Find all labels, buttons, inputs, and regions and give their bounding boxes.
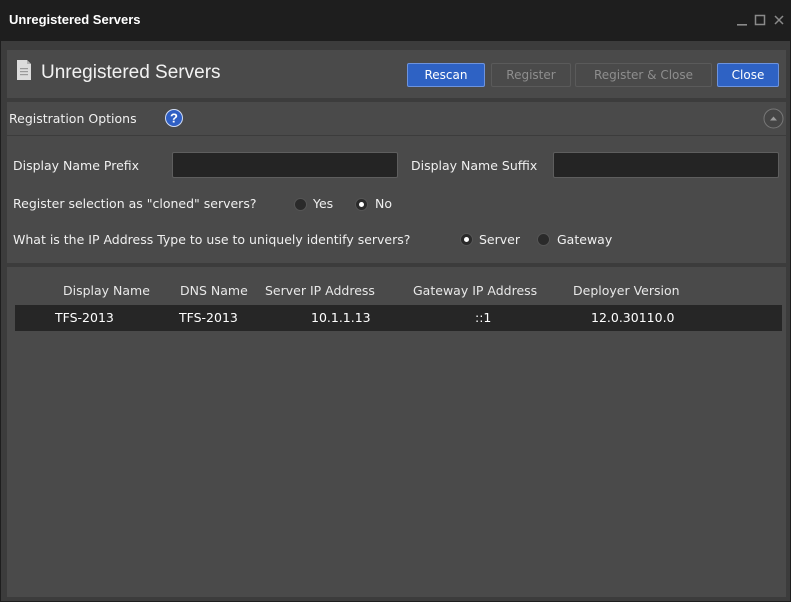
table-header: Display Name DNS Name Server IP Address … — [15, 279, 782, 305]
close-icon[interactable] — [772, 13, 786, 27]
minimize-icon[interactable] — [735, 13, 749, 27]
page-header: Unregistered Servers Rescan Register Reg… — [7, 50, 786, 98]
cloned-yes-label[interactable]: Yes — [313, 196, 333, 211]
help-icon[interactable]: ? — [165, 109, 183, 127]
title-bar[interactable]: Unregistered Servers — [1, 1, 790, 41]
cloned-no-label[interactable]: No — [375, 196, 392, 211]
display-name-suffix-label: Display Name Suffix — [411, 158, 538, 173]
display-name-prefix-label: Display Name Prefix — [13, 158, 140, 173]
cloned-no-radio[interactable] — [355, 198, 368, 211]
ip-gateway-label[interactable]: Gateway — [557, 232, 612, 247]
register-and-close-button[interactable]: Register & Close — [575, 63, 712, 87]
maximize-icon[interactable] — [753, 13, 767, 27]
column-header-deployer-version[interactable]: Deployer Version — [573, 283, 680, 298]
document-icon — [15, 59, 33, 81]
registration-options-title: Registration Options — [9, 111, 137, 126]
ip-server-radio[interactable] — [460, 233, 473, 246]
cell-dns-name: TFS-2013 — [179, 310, 238, 325]
cell-gateway-ip: ::1 — [475, 310, 492, 325]
page-title: Unregistered Servers — [41, 62, 221, 83]
display-name-suffix-input[interactable] — [553, 152, 779, 178]
ip-server-label[interactable]: Server — [479, 232, 520, 247]
column-header-server-ip[interactable]: Server IP Address — [265, 283, 375, 298]
rescan-button[interactable]: Rescan — [407, 63, 485, 87]
display-name-prefix-input[interactable] — [172, 152, 398, 178]
ip-address-type-label: What is the IP Address Type to use to un… — [13, 232, 411, 247]
column-header-dns-name[interactable]: DNS Name — [180, 283, 248, 298]
cloned-servers-label: Register selection as "cloned" servers? — [13, 196, 257, 211]
window-title: Unregistered Servers — [9, 12, 141, 27]
table-row[interactable]: TFS-2013 TFS-2013 10.1.1.13 ::1 12.0.301… — [15, 305, 782, 331]
collapse-icon[interactable] — [763, 108, 784, 129]
cell-display-name: TFS-2013 — [55, 310, 114, 325]
cell-server-ip: 10.1.1.13 — [311, 310, 371, 325]
registration-options-header: Registration Options ? — [7, 102, 786, 136]
svg-text:?: ? — [170, 111, 178, 126]
servers-table: Display Name DNS Name Server IP Address … — [7, 267, 786, 597]
cloned-yes-radio[interactable] — [294, 198, 307, 211]
registration-options-panel: Registration Options ? Display Name Pref… — [7, 102, 786, 263]
register-button[interactable]: Register — [491, 63, 571, 87]
close-button[interactable]: Close — [717, 63, 779, 87]
column-header-display-name[interactable]: Display Name — [63, 283, 150, 298]
cell-deployer-version: 12.0.30110.0 — [591, 310, 675, 325]
column-header-gateway-ip[interactable]: Gateway IP Address — [413, 283, 537, 298]
unregistered-servers-window: Unregistered Servers Unregistered Server… — [0, 0, 791, 602]
ip-gateway-radio[interactable] — [537, 233, 550, 246]
